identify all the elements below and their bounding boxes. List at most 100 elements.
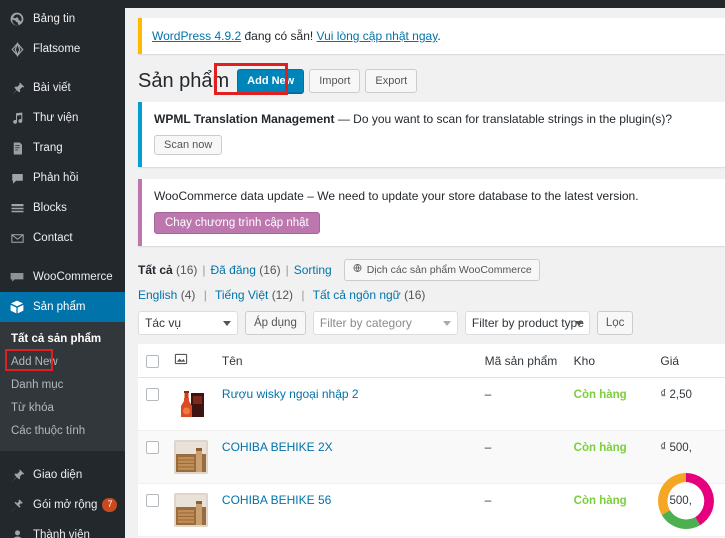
sidebar-item-thanh-vien[interactable]: Thành viên	[0, 520, 125, 538]
submenu-add-new-wrapper: Add New	[0, 349, 58, 374]
sidebar-item-label: WooCommerce	[33, 271, 113, 283]
product-type-filter-label: Filter by product type	[471, 316, 584, 330]
sidebar-item-label: Bảng tin	[33, 13, 76, 25]
row-thumbnail-cell	[169, 377, 218, 431]
update-nag-notice: WordPress 4.9.2 đang có sẵn! Vui lòng cậ…	[138, 18, 725, 54]
row-sku-cell: –	[480, 377, 570, 431]
submenu-item-cac-thuoc-tinh[interactable]: Các thuộc tính	[0, 420, 125, 443]
sidebar-item-giao-dien[interactable]: Giao diện	[0, 460, 125, 490]
filter-link-sorting[interactable]: Sorting	[294, 263, 332, 277]
plugin-icon	[8, 496, 26, 514]
table-header-row: Tên Mã sản phẩm Kho Giá	[138, 344, 725, 378]
filter-link-da-dang[interactable]: Đã đăng	[211, 263, 256, 277]
admin-bar	[125, 0, 725, 8]
wpml-notice-title: WPML Translation Management	[154, 112, 335, 126]
submenu-item-tat-ca-san-pham[interactable]: Tất cả sản phẩm	[0, 328, 125, 351]
table-row: COHIBA BEHIKE 56 – Còn hàng ₫ 500,	[138, 483, 725, 537]
sidebar-item-woocommerce[interactable]: WooCommerce	[0, 262, 125, 292]
submenu-item-tu-khoa[interactable]: Từ khóa	[0, 397, 125, 420]
admin-screen: Bảng tin Flatsome Bài viết Thư viện Tran…	[0, 0, 725, 538]
plugin-update-badge: 7	[102, 498, 118, 512]
row-stock-cell: Còn hàng	[569, 430, 657, 484]
sidebar-item-thu-vien[interactable]: Thư viện	[0, 103, 125, 133]
sidebar-item-contact[interactable]: Contact	[0, 223, 125, 253]
language-filter-links: English (4) | Tiếng Việt (12) | Tất cả n…	[138, 288, 725, 302]
update-now-link[interactable]: Vui lòng cập nhật ngay	[317, 29, 438, 43]
name-header[interactable]: Tên	[217, 344, 481, 378]
row-sku-cell: –	[480, 430, 570, 484]
thumbnail-header	[169, 344, 218, 378]
comment-icon	[8, 169, 26, 187]
export-button[interactable]: Export	[365, 69, 418, 93]
product-price: ₫ 2,50	[660, 389, 692, 401]
product-name-link[interactable]: COHIBA BEHIKE 2X	[222, 440, 333, 454]
filter-count-tat-ca: (16)	[176, 263, 198, 277]
woo-notice-text: WooCommerce data update – We need to upd…	[154, 189, 713, 203]
sidebar-item-label: Bài viết	[33, 82, 71, 94]
language-link-english[interactable]: English	[138, 288, 177, 302]
submenu-item-add-new[interactable]: Add New	[0, 351, 58, 374]
row-name-cell: COHIBA BEHIKE 56	[217, 483, 481, 537]
sku-header[interactable]: Mã sản phẩm	[480, 344, 570, 378]
sidebar-item-blocks[interactable]: Blocks	[0, 193, 125, 223]
row-checkbox[interactable]	[146, 388, 159, 402]
sidebar-item-label: Thư viện	[33, 112, 79, 124]
price-header[interactable]: Giá	[656, 344, 725, 378]
cigar-box-thumb[interactable]	[173, 440, 208, 474]
sidebar-item-san-pham[interactable]: Sản phẩm	[0, 292, 125, 322]
sidebar-item-bang-tin[interactable]: Bảng tin	[0, 4, 125, 34]
import-button[interactable]: Import	[309, 69, 361, 93]
stock-header: Kho	[569, 344, 657, 378]
cigar-box-thumb[interactable]	[173, 493, 208, 527]
row-price-cell: ₫ 500,	[656, 483, 725, 537]
scan-now-button[interactable]: Scan now	[154, 135, 223, 155]
row-checkbox[interactable]	[146, 494, 159, 508]
chevron-down-icon	[442, 321, 451, 326]
sidebar-item-label: Gói mở rộng	[33, 499, 98, 511]
language-count-tat-ca: (16)	[404, 288, 426, 302]
dashboard-icon	[8, 10, 26, 28]
sidebar-item-trang[interactable]: Trang	[0, 133, 125, 163]
sidebar-item-bai-viet[interactable]: Bài viết	[0, 73, 125, 103]
product-name-link[interactable]: COHIBA BEHIKE 56	[222, 493, 331, 507]
whisky-bottle-thumb[interactable]	[173, 387, 208, 421]
sidebar-submenu-products: Tất cả sản phẩm Add New Danh mục Từ khóa…	[0, 322, 125, 451]
category-filter-select[interactable]: Filter by category	[312, 311, 458, 335]
translate-button-label: Dịch các sản phẩm WooCommerce	[366, 264, 532, 276]
translate-woocommerce-products-button[interactable]: Dịch các sản phẩm WooCommerce	[343, 259, 540, 281]
row-stock-cell: Còn hàng	[569, 377, 657, 431]
filter-submit-button[interactable]: Lọc	[596, 311, 634, 335]
woocommerce-update-notice: WooCommerce data update – We need to upd…	[138, 179, 725, 246]
sidebar-item-goi-mo-rong[interactable]: Gói mở rộng 7	[0, 490, 125, 520]
product-name-link[interactable]: Rượu wisky ngoại nhập 2	[222, 387, 359, 401]
language-separator: |	[203, 288, 207, 302]
wpml-notice: WPML Translation Management — Do you wan…	[138, 102, 725, 167]
sidebar-item-label: Contact	[33, 232, 73, 244]
sidebar-item-flatsome[interactable]: Flatsome	[0, 34, 125, 64]
filter-link-tat-ca[interactable]: Tất cả	[138, 263, 173, 277]
bulk-action-select[interactable]: Tác vụ	[138, 311, 238, 335]
page-title: Sản phẩm	[138, 70, 230, 92]
apply-bulk-action-button[interactable]: Áp dụng	[245, 311, 306, 335]
status-filter-links: Tất cả (16) | Đã đăng (16) | Sorting Dịc…	[138, 259, 725, 281]
language-link-tieng-viet[interactable]: Tiếng Việt	[215, 288, 268, 302]
table-row: Rượu wisky ngoại nhập 2 – Còn hàng ₫ 2,5…	[138, 377, 725, 431]
sidebar-item-phan-hoi[interactable]: Phản hồi	[0, 163, 125, 193]
language-link-tat-ca-ngon-ngu[interactable]: Tất cả ngôn ngữ	[313, 288, 401, 302]
sidebar-item-label: Giao diện	[33, 469, 83, 481]
run-updater-button[interactable]: Chạy chương trình cập nhật	[154, 212, 320, 234]
submenu-item-danh-muc[interactable]: Danh mục	[0, 374, 125, 397]
blocks-icon	[8, 199, 26, 217]
envelope-icon	[8, 229, 26, 247]
product-type-filter-select[interactable]: Filter by product type	[464, 311, 590, 335]
wordpress-version-link[interactable]: WordPress 4.9.2	[152, 29, 241, 43]
page-header: Sản phẩm Add New Import Export	[138, 63, 725, 95]
sidebar-item-label: Phản hồi	[33, 172, 79, 184]
add-new-button[interactable]: Add New	[237, 69, 305, 93]
select-all-checkbox[interactable]	[146, 354, 159, 368]
row-thumbnail-cell	[169, 430, 218, 484]
row-sku-cell: –	[480, 483, 570, 537]
row-checkbox[interactable]	[146, 441, 159, 455]
table-navigation-top: Tác vụ Áp dụng Filter by category Filter…	[138, 311, 725, 335]
sidebar-divider-3	[0, 451, 125, 460]
